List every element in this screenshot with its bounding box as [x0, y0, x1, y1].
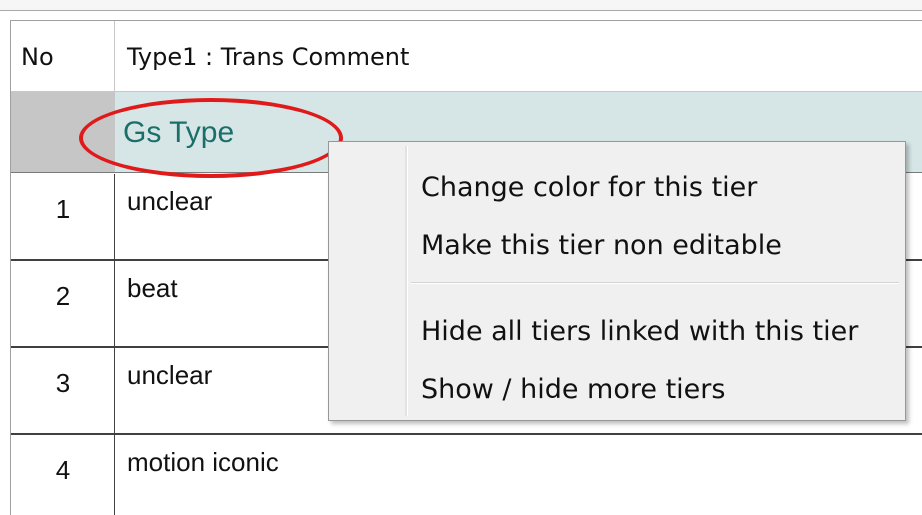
highlight-ellipse	[79, 98, 343, 178]
row-number: 1	[55, 194, 71, 224]
menu-item-make-non-editable[interactable]: Make this tier non editable	[407, 218, 903, 270]
column-header-row: No Type1 : Trans Comment	[11, 21, 922, 92]
row-number: 4	[55, 455, 71, 485]
row-annotation[interactable]: unclear	[127, 360, 212, 391]
menu-item-change-color[interactable]: Change color for this tier	[407, 160, 903, 212]
window-top-edge	[0, 0, 922, 11]
menu-item-label: Change color for this tier	[421, 172, 758, 203]
menu-item-label: Show / hide more tiers	[421, 374, 726, 405]
column-header-no: No	[21, 43, 54, 71]
menu-item-label: Hide all tiers linked with this tier	[421, 316, 859, 347]
row-number: 3	[55, 368, 71, 398]
row-number-cell: 2	[11, 261, 115, 346]
app-window: No Type1 : Trans Comment Gs Type 1 uncle…	[0, 0, 922, 515]
row-annotation[interactable]: beat	[127, 273, 178, 304]
row-annotation[interactable]: unclear	[127, 186, 212, 217]
row-number-cell: 3	[11, 348, 115, 433]
row-number-cell: 1	[11, 174, 115, 259]
row-annotation[interactable]: motion iconic	[127, 447, 279, 478]
menu-item-label: Make this tier non editable	[421, 230, 782, 261]
row-number-cell: 4	[11, 435, 115, 515]
menu-separator	[411, 282, 899, 284]
menu-item-show-hide-more-tiers[interactable]: Show / hide more tiers	[407, 362, 903, 414]
column-header-type[interactable]: Type1 : Trans Comment	[127, 43, 409, 71]
menu-item-hide-linked-tiers[interactable]: Hide all tiers linked with this tier	[407, 304, 903, 356]
column-header-no-cell[interactable]: No	[11, 21, 115, 91]
table-row[interactable]: 4 motion iconic	[11, 435, 922, 515]
tier-context-menu: Change color for this tier Make this tie…	[328, 141, 906, 421]
row-number: 2	[55, 281, 71, 311]
